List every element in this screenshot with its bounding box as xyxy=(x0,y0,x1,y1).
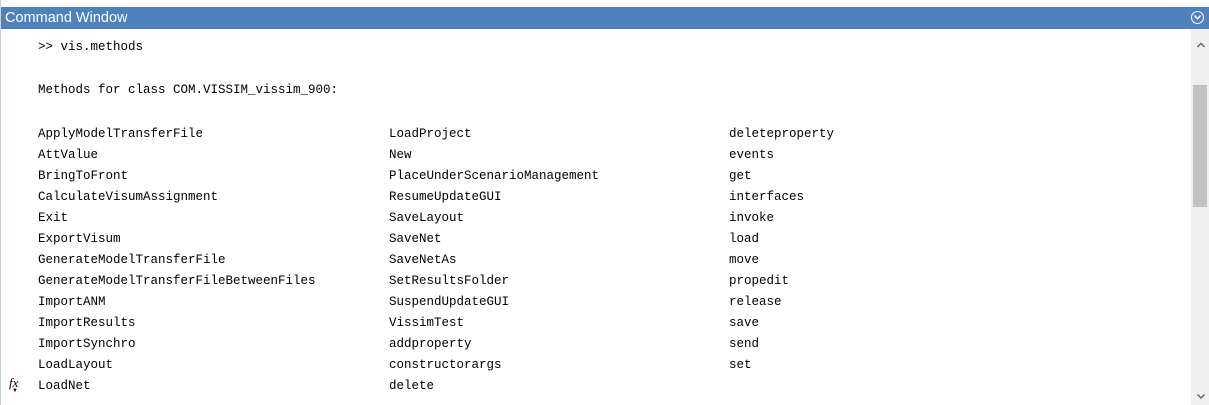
method-item: Exit xyxy=(38,211,69,225)
method-item: ResumeUpdateGUI xyxy=(389,190,502,204)
method-item: move xyxy=(729,253,760,267)
chevron-up-icon[interactable] xyxy=(1191,37,1209,54)
methods-list: ApplyModelTransferFile AttValue BringToF… xyxy=(38,124,1188,404)
console-output[interactable]: >> vis.methods Methods for class COM.VIS… xyxy=(1,29,1191,405)
scrollbar-thumb[interactable] xyxy=(1193,85,1207,207)
vertical-scrollbar[interactable] xyxy=(1191,29,1209,405)
method-item: ImportResults xyxy=(38,316,136,330)
chevron-down-glyph xyxy=(1193,15,1201,20)
command-window: Command Window >> vis.methods Methods fo… xyxy=(0,0,1209,405)
chevron-down-circle-icon[interactable] xyxy=(1191,11,1204,24)
window-title: Command Window xyxy=(5,10,128,26)
method-item: send xyxy=(729,337,760,351)
method-item: AttValue xyxy=(38,148,99,162)
method-item: delete xyxy=(389,379,435,393)
method-item: SaveLayout xyxy=(389,211,465,225)
methods-column-1: ApplyModelTransferFile AttValue BringToF… xyxy=(38,124,316,397)
method-item: SaveNetAs xyxy=(389,253,457,267)
method-item: invoke xyxy=(729,211,775,225)
method-item: ImportANM xyxy=(38,295,106,309)
method-item: GenerateModelTransferFile xyxy=(38,253,226,267)
method-item: SuspendUpdateGUI xyxy=(389,295,510,309)
method-item: constructorargs xyxy=(389,358,502,372)
method-item: GenerateModelTransferFileBetweenFiles xyxy=(38,274,316,288)
method-item: LoadProject xyxy=(389,127,472,141)
method-item: SetResultsFolder xyxy=(389,274,510,288)
method-item: LoadNet xyxy=(38,379,91,393)
chevron-down-icon[interactable] xyxy=(1191,388,1209,405)
method-item: VissimTest xyxy=(389,316,465,330)
method-item: ApplyModelTransferFile xyxy=(38,127,204,141)
method-item: deleteproperty xyxy=(729,127,835,141)
method-item: set xyxy=(729,358,752,372)
command-prompt-line: >> vis.methods xyxy=(38,40,144,54)
method-item: save xyxy=(729,316,760,330)
methods-header-line: Methods for class COM.VISSIM_vissim_900: xyxy=(38,83,339,97)
method-item: release xyxy=(729,295,782,309)
method-item: ExportVisum xyxy=(38,232,121,246)
method-item: CalculateVisumAssignment xyxy=(38,190,219,204)
method-item: New xyxy=(389,148,412,162)
method-item: addproperty xyxy=(389,337,472,351)
methods-column-3: deleteproperty events get interfaces inv… xyxy=(729,124,834,376)
window-titlebar: Command Window xyxy=(1,7,1209,29)
method-item: get xyxy=(729,169,752,183)
method-item: LoadLayout xyxy=(38,358,114,372)
method-item: propedit xyxy=(729,274,790,288)
method-item: interfaces xyxy=(729,190,805,204)
fx-icon[interactable]: fx ▼ xyxy=(9,375,18,394)
fx-dropdown-arrow-icon: ▼ xyxy=(12,388,18,394)
method-item: PlaceUnderScenarioManagement xyxy=(389,169,600,183)
method-item: ImportSynchro xyxy=(38,337,136,351)
method-item: SaveNet xyxy=(389,232,442,246)
method-item: BringToFront xyxy=(38,169,129,183)
methods-column-2: LoadProject New PlaceUnderScenarioManage… xyxy=(389,124,599,397)
method-item: events xyxy=(729,148,775,162)
method-item: load xyxy=(729,232,760,246)
